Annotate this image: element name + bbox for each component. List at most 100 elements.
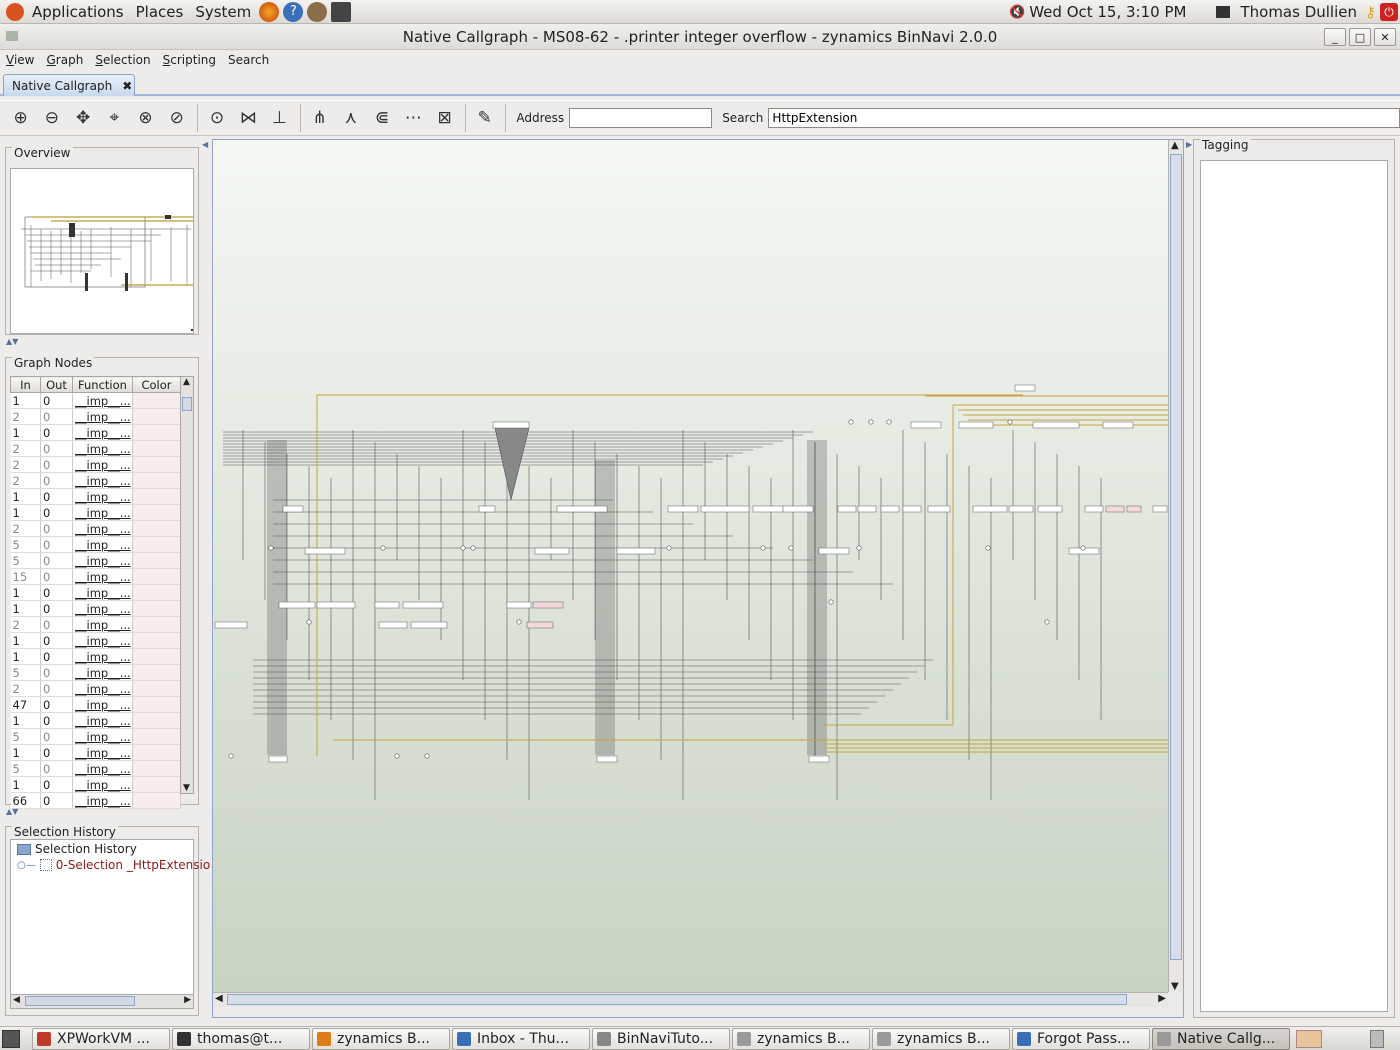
taskbar-item[interactable]: zynamics B...	[872, 1027, 1010, 1050]
menu-graph[interactable]: Graph	[40, 53, 89, 67]
function-node[interactable]	[927, 505, 951, 513]
function-node[interactable]	[808, 755, 830, 763]
delete-selection-icon[interactable]: ⊠	[430, 103, 459, 133]
graph-nodes-scrollbar[interactable]: ▲ ▼	[180, 376, 194, 794]
leaf-node[interactable]	[788, 545, 794, 551]
user-name[interactable]: Thomas Dullien	[1240, 3, 1357, 21]
zoom-in-icon[interactable]: ⊕	[6, 103, 35, 133]
leaf-node[interactable]	[666, 545, 672, 551]
workspace-switcher-icon[interactable]	[1296, 1029, 1322, 1048]
table-row[interactable]: 5 0 __imp__...	[10, 728, 181, 745]
table-row[interactable]: 1 0 __imp__...	[10, 776, 181, 793]
table-row[interactable]: 66 0 __imp__...	[10, 792, 181, 809]
power-icon[interactable]: ⏻	[1380, 3, 1398, 21]
function-node[interactable]	[902, 505, 922, 513]
table-row[interactable]: 1 0 __imp__...	[10, 584, 181, 601]
table-row[interactable]: 1 0 __imp__...	[10, 600, 181, 617]
table-row[interactable]: 1 0 __imp__...	[10, 744, 181, 761]
menu-search[interactable]: Search	[222, 53, 275, 67]
function-node[interactable]	[316, 601, 356, 609]
function-node[interactable]	[374, 601, 400, 609]
scroll-left-icon[interactable]: ◀	[215, 993, 223, 1004]
function-node[interactable]	[752, 505, 784, 513]
zoom-out-icon[interactable]: ⊖	[37, 103, 66, 133]
function-node[interactable]	[782, 505, 814, 513]
function-node[interactable]	[837, 505, 857, 513]
function-node[interactable]	[1014, 384, 1036, 392]
function-node[interactable]	[282, 505, 304, 513]
function-node[interactable]	[492, 421, 530, 429]
collapse-left-icon[interactable]: ◀	[202, 140, 208, 149]
table-row[interactable]: 1 0 __imp__...	[10, 632, 181, 649]
ubuntu-logo-icon[interactable]	[6, 2, 24, 21]
function-node[interactable]	[278, 601, 316, 609]
function-node[interactable]	[880, 505, 900, 513]
function-node[interactable]	[304, 547, 346, 555]
close-button[interactable]: ✕	[1374, 28, 1396, 46]
scroll-down-icon[interactable]: ▼	[183, 783, 190, 793]
table-row[interactable]: 5 0 __imp__...	[10, 760, 181, 777]
places-menu[interactable]: Places	[130, 3, 190, 21]
leaf-node[interactable]	[828, 599, 834, 605]
leaf-node[interactable]	[868, 419, 874, 425]
scroll-thumb[interactable]	[182, 397, 192, 411]
table-row[interactable]: 2 0 __imp__...	[10, 616, 181, 633]
leaf-node[interactable]	[516, 619, 522, 625]
graph-nodes-splitter-icon[interactable]: ▲▼	[6, 807, 18, 816]
function-node[interactable]	[1152, 505, 1168, 513]
table-row[interactable]: 1 0 __imp__...	[10, 488, 181, 505]
system-menu[interactable]: System	[189, 3, 257, 21]
history-hscrollbar[interactable]: ◀ ▶	[11, 994, 193, 1008]
scroll-thumb[interactable]	[25, 996, 135, 1006]
column-header-out[interactable]: Out	[40, 376, 73, 393]
history-item[interactable]: ○— 0-Selection _HttpExtensio	[17, 858, 210, 872]
help-icon[interactable]: ?	[283, 1, 304, 22]
select-children-icon[interactable]: ⋔	[305, 103, 334, 133]
overview-canvas[interactable]	[10, 168, 194, 334]
tab-native-callgraph[interactable]: Native Callgraph ✖	[3, 74, 135, 96]
taskbar-item[interactable]: Inbox - Thu...	[452, 1027, 590, 1050]
minimize-button[interactable]: _	[1324, 28, 1346, 46]
leaf-node[interactable]	[380, 545, 386, 551]
maximize-button[interactable]: □	[1349, 28, 1371, 46]
scroll-thumb[interactable]	[227, 994, 1127, 1005]
function-node[interactable]	[556, 505, 608, 513]
zoom-selection-icon[interactable]: ⌖	[100, 103, 129, 133]
tagging-tree[interactable]	[1200, 160, 1388, 1012]
function-node[interactable]	[596, 755, 618, 763]
table-row[interactable]: 2 0 __imp__...	[10, 472, 181, 489]
function-node[interactable]	[1102, 421, 1134, 429]
leaf-node[interactable]	[985, 545, 991, 551]
menu-view[interactable]: View	[0, 53, 40, 67]
leaf-node[interactable]	[1080, 545, 1086, 551]
scroll-down-icon[interactable]: ▼	[1171, 981, 1179, 992]
menu-scripting[interactable]: Scripting	[157, 53, 222, 67]
function-node[interactable]	[818, 547, 850, 555]
function-node[interactable]	[910, 421, 942, 429]
table-row[interactable]: 5 0 __imp__...	[10, 536, 181, 553]
table-row[interactable]: 2 0 __imp__...	[10, 680, 181, 697]
trash-icon[interactable]	[1370, 1029, 1384, 1048]
color-nodes-icon[interactable]: ✎	[470, 103, 499, 133]
table-row[interactable]: 1 0 __imp__...	[10, 504, 181, 521]
screenshot-icon[interactable]	[331, 1, 352, 22]
table-row[interactable]: 1 0 __imp__...	[10, 648, 181, 665]
hierarchic-layout-icon[interactable]: ⊥	[265, 103, 294, 133]
table-row[interactable]: 5 0 __imp__...	[10, 664, 181, 681]
graph-vscrollbar[interactable]: ▲ ▼	[1168, 140, 1183, 992]
zoom-reset-icon[interactable]: ⊗	[131, 103, 160, 133]
function-node[interactable]	[1126, 505, 1142, 513]
leaf-node[interactable]	[1044, 619, 1050, 625]
scroll-thumb[interactable]	[1170, 154, 1182, 960]
leaf-node[interactable]	[470, 545, 476, 551]
table-row[interactable]: 2 0 __imp__...	[10, 456, 181, 473]
scroll-right-icon[interactable]: ▶	[184, 995, 191, 1005]
zoom-fit-icon[interactable]: ✥	[68, 103, 97, 133]
table-row[interactable]: 1 0 __imp__...	[10, 392, 181, 409]
applications-menu[interactable]: Applications	[26, 3, 130, 21]
table-row[interactable]: 2 0 __imp__...	[10, 440, 181, 457]
scroll-up-icon[interactable]: ▲	[1171, 140, 1179, 151]
leaf-node[interactable]	[886, 419, 892, 425]
taskbar-item[interactable]: zynamics B...	[732, 1027, 870, 1050]
column-header-in[interactable]: In	[10, 376, 41, 393]
